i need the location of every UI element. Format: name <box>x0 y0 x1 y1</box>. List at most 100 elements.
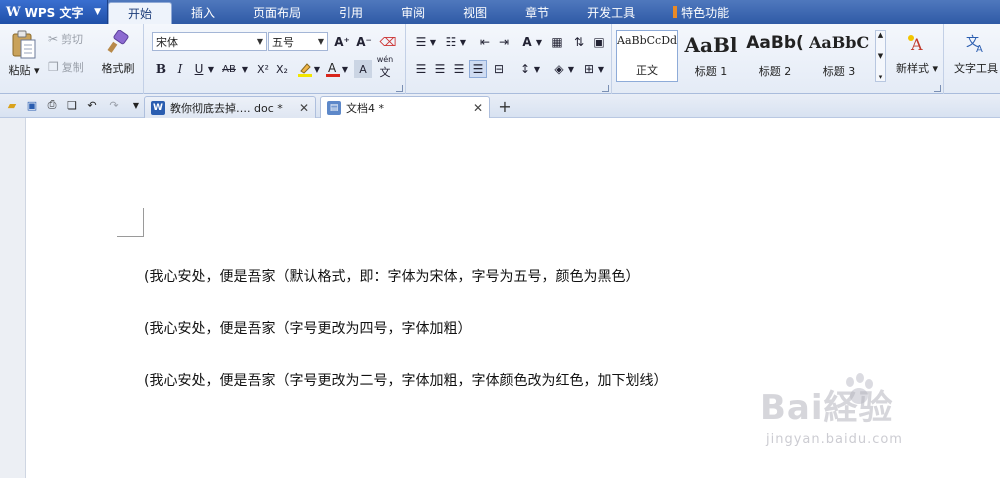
clear-format-button[interactable]: ⌫ <box>379 33 397 51</box>
paint-bucket-icon: ◈ <box>554 62 564 76</box>
tab-developer[interactable]: 开发工具 <box>568 0 654 24</box>
underline-icon: U <box>194 62 204 76</box>
line-spacing-dropdown[interactable]: ▼ <box>532 60 542 78</box>
distribute-icon: ⊟ <box>493 62 505 76</box>
app-menu-button[interactable]: W WPS 文字 ▼ <box>0 0 108 24</box>
align-right-button[interactable]: ☰ <box>450 60 468 78</box>
new-tab-button[interactable]: + <box>496 97 514 116</box>
tab-home[interactable]: 开始 <box>108 2 173 24</box>
menu-bar: W WPS 文字 ▼ 开始 插入 页面布局 引用 审阅 视图 章节 开发工具 特… <box>0 0 1000 24</box>
numbering-dropdown[interactable]: ▼ <box>458 33 468 51</box>
font-name-select[interactable]: 宋体 ▼ <box>152 32 267 51</box>
redo-button[interactable]: ↷ <box>106 97 122 113</box>
styles-dialog-launcher[interactable] <box>934 85 941 92</box>
sort-icon: ⇅ <box>573 35 585 49</box>
distribute-button[interactable]: ⊟ <box>490 60 508 78</box>
text-direction-dropdown[interactable]: ▼ <box>534 33 544 51</box>
save-button[interactable]: ▣ <box>24 97 40 113</box>
table-button[interactable]: ▦ <box>548 33 566 51</box>
close-icon[interactable]: ✕ <box>299 101 309 115</box>
bold-button[interactable]: B <box>152 60 170 78</box>
font-size-select[interactable]: 五号 ▼ <box>268 32 328 51</box>
style-normal[interactable]: AaBbCcDd 正文 <box>616 30 678 82</box>
document-tab-title: 文档4 * <box>346 101 384 115</box>
paragraph-2[interactable]: (我心安处，便是吾家（字号更改为四号，字体加粗） <box>144 318 471 338</box>
tab-view[interactable]: 视图 <box>444 0 506 24</box>
tab-insert[interactable]: 插入 <box>172 0 234 24</box>
chevron-down-icon: ▼ <box>317 37 325 46</box>
paragraph-1[interactable]: (我心安处，便是吾家（默认格式，即：字体为宋体，字号为五号，颜色为黑色） <box>144 266 639 286</box>
font-color-dropdown[interactable]: ▼ <box>340 60 350 78</box>
borders-dropdown[interactable]: ▼ <box>596 60 606 78</box>
strikethrough-button[interactable]: AB <box>218 60 240 78</box>
subscript-button[interactable]: X₂ <box>273 60 291 78</box>
new-style-button[interactable]: A 新样式 ▾ <box>892 32 942 76</box>
grow-font-button[interactable]: A⁺ <box>333 33 351 51</box>
text-tools-label: 文字工具 <box>954 62 998 75</box>
tab-special[interactable]: 特色功能 <box>654 0 748 24</box>
font-name-value: 宋体 <box>156 35 178 49</box>
tab-references[interactable]: 引用 <box>320 0 382 24</box>
style-heading-3[interactable]: AaBbC 标题 3 <box>808 30 870 82</box>
align-center-button[interactable]: ☰ <box>431 60 449 78</box>
paragraph-dialog-launcher[interactable] <box>602 85 609 92</box>
copy-icon: ❐ <box>48 60 59 74</box>
copy-label: 复制 <box>61 61 84 74</box>
increase-indent-button[interactable]: ⇥ <box>495 33 513 51</box>
justify-button[interactable]: ☰ <box>469 60 487 78</box>
shrink-font-button[interactable]: A⁻ <box>355 33 373 51</box>
chevron-down-icon: ▼ <box>535 37 543 47</box>
italic-button[interactable]: I <box>171 60 189 78</box>
cut-button[interactable]: ✂ 剪切 <box>48 30 83 48</box>
tab-label: 页面布局 <box>253 5 302 20</box>
svg-text:A: A <box>328 61 337 75</box>
undo-button[interactable]: ↶ <box>84 97 100 113</box>
paragraph-group: ☰ ▼ ☷ ▼ ⇤ ⇥ A ▼ ▦ ⇅ ▣ ☰ ☰ ☰ ☰ ⊟ ↕ ▼ ◈ ▼ … <box>406 24 612 94</box>
page-margin-corner <box>117 208 144 237</box>
char-shading-button[interactable]: A <box>354 60 372 78</box>
open-button[interactable]: ▰ <box>4 97 20 113</box>
sort-button[interactable]: ⇅ <box>570 33 588 51</box>
paste-button[interactable]: 粘贴 ▾ <box>6 30 42 78</box>
pinyin-button[interactable]: wén 文 <box>376 55 394 79</box>
decrease-indent-button[interactable]: ⇤ <box>476 33 494 51</box>
underline-dropdown[interactable]: ▼ <box>206 60 216 78</box>
styles-scroll[interactable]: ▲ ▼ ▾ <box>875 30 886 82</box>
document-tab-active[interactable]: ▤ 文档4 * ✕ <box>320 96 490 118</box>
document-tab[interactable]: W 教你彻底去掉…. doc * ✕ <box>144 96 316 118</box>
numbered-list-icon: ☷ <box>445 35 457 49</box>
text-tools-button[interactable]: 文 A 文字工具 <box>952 32 1000 76</box>
strikethrough-dropdown[interactable]: ▼ <box>240 60 250 78</box>
font-dialog-launcher[interactable] <box>396 85 403 92</box>
paragraph-3[interactable]: (我心安处，便是吾家（字号更改为二号，字体加粗，字体颜色改为红色，加下划线） <box>144 370 667 390</box>
print-preview-button[interactable]: ❏ <box>64 97 80 113</box>
highlight-dropdown[interactable]: ▼ <box>312 60 322 78</box>
chevron-down-icon: ▼ <box>207 64 215 74</box>
tab-label: 章节 <box>525 5 550 20</box>
align-justify-icon: ☰ <box>472 62 484 76</box>
close-icon[interactable]: ✕ <box>473 101 483 115</box>
align-left-button[interactable]: ☰ <box>412 60 430 78</box>
superscript-button[interactable]: X² <box>254 60 272 78</box>
tab-review[interactable]: 审阅 <box>382 0 444 24</box>
chevron-down-icon: ▼ <box>241 64 249 74</box>
shading-dropdown[interactable]: ▼ <box>566 60 576 78</box>
style-heading-2[interactable]: AaBb( 标题 2 <box>744 30 806 82</box>
show-marks-button[interactable]: ▣ <box>590 33 608 51</box>
pinyin-icon: 文 <box>379 65 391 79</box>
bullets-dropdown[interactable]: ▼ <box>428 33 438 51</box>
format-painter-button[interactable]: 格式刷 <box>98 30 138 76</box>
document-icon: ▤ <box>327 100 341 115</box>
chevron-down-icon: ▼ <box>341 64 349 74</box>
shrink-font-icon: A⁻ <box>356 35 372 49</box>
subscript-icon: X₂ <box>276 62 288 76</box>
style-heading-1[interactable]: AaBl 标题 1 <box>680 30 742 82</box>
print-button[interactable]: ⎙ <box>44 97 60 113</box>
tab-page-layout[interactable]: 页面布局 <box>234 0 320 24</box>
superscript-icon: X² <box>257 62 269 76</box>
chevron-down-icon: ▼ <box>313 64 321 74</box>
svg-text:A: A <box>976 44 983 54</box>
tab-section[interactable]: 章节 <box>506 0 568 24</box>
quick-access-dropdown[interactable]: ▼ <box>128 97 144 113</box>
copy-button[interactable]: ❐ 复制 <box>48 58 84 76</box>
